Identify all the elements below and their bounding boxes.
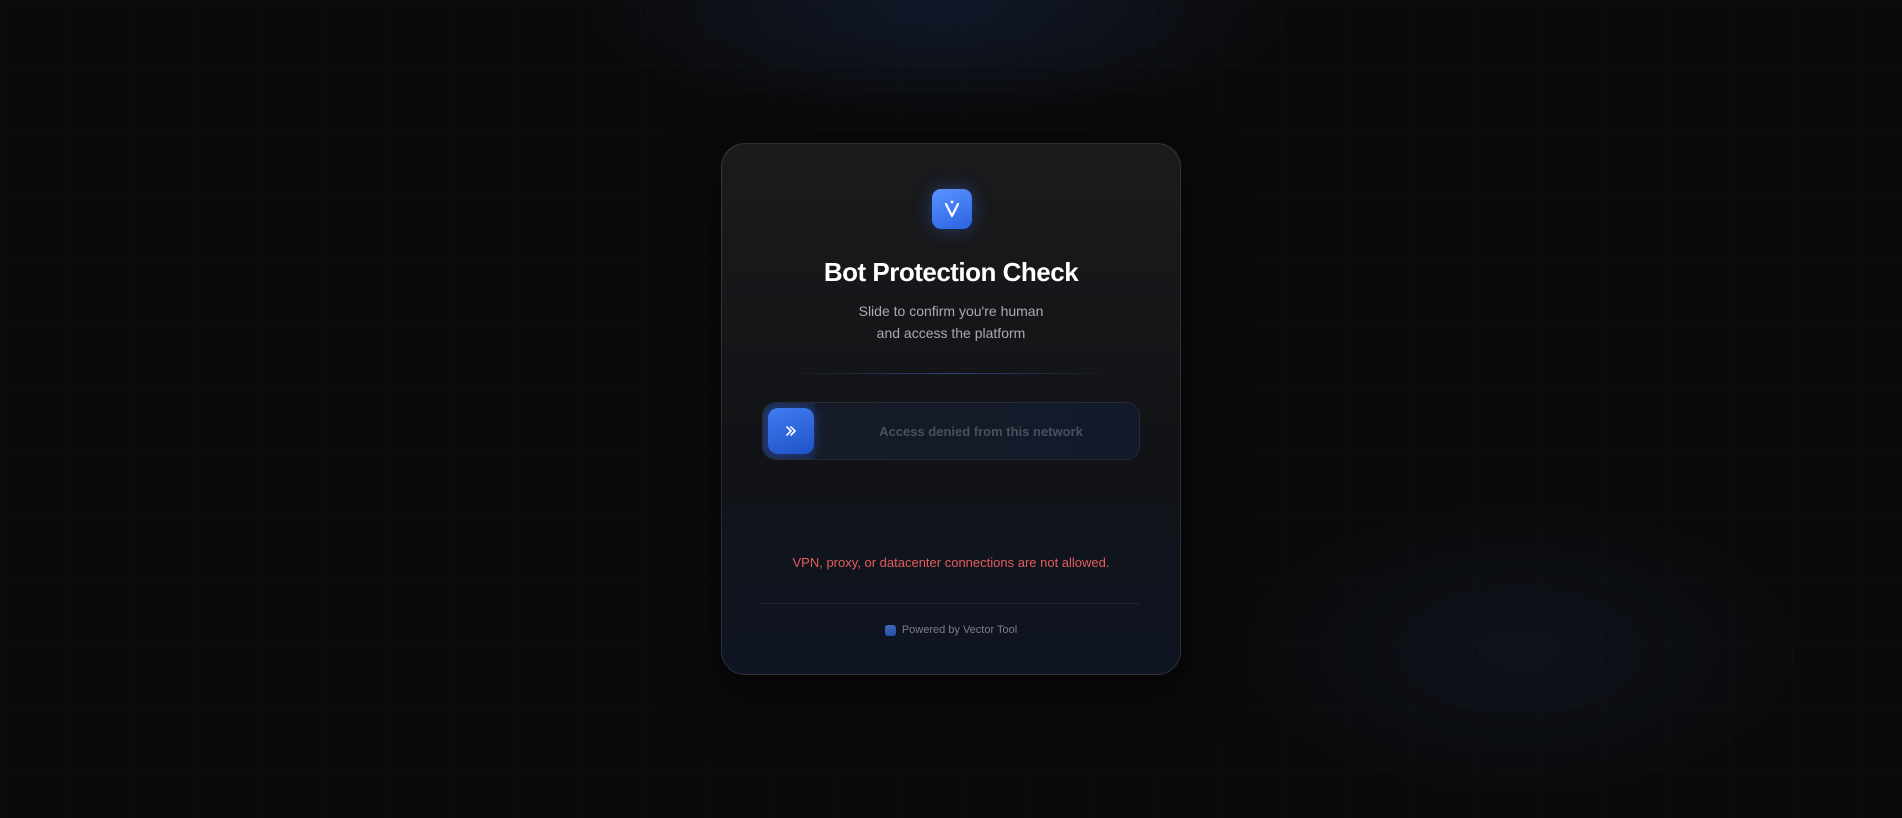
subtitle: Slide to confirm you're human and access… xyxy=(722,300,1180,344)
verification-card: Bot Protection Check Slide to confirm yo… xyxy=(721,143,1181,675)
error-message: VPN, proxy, or datacenter connections ar… xyxy=(792,555,1110,570)
double-chevron-right-icon xyxy=(786,426,796,436)
page-title: Bot Protection Check xyxy=(823,257,1079,287)
divider-top xyxy=(782,373,1120,374)
verification-slider[interactable]: Access denied from this network xyxy=(762,402,1140,460)
logo-v-glyph xyxy=(944,200,960,218)
vector-tool-icon xyxy=(884,624,896,636)
logo-icon xyxy=(932,189,972,229)
divider-bottom xyxy=(762,603,1140,604)
slider-handle[interactable] xyxy=(768,408,814,454)
footer-text: Powered by Vector Tool xyxy=(901,624,1018,636)
subtitle-line-2: and access the platform xyxy=(876,325,1026,341)
slider-label: Access denied from this network xyxy=(879,423,1083,439)
footer: Powered by Vector Tool xyxy=(722,624,1180,636)
subtitle-line-1: Slide to confirm you're human xyxy=(858,303,1044,319)
